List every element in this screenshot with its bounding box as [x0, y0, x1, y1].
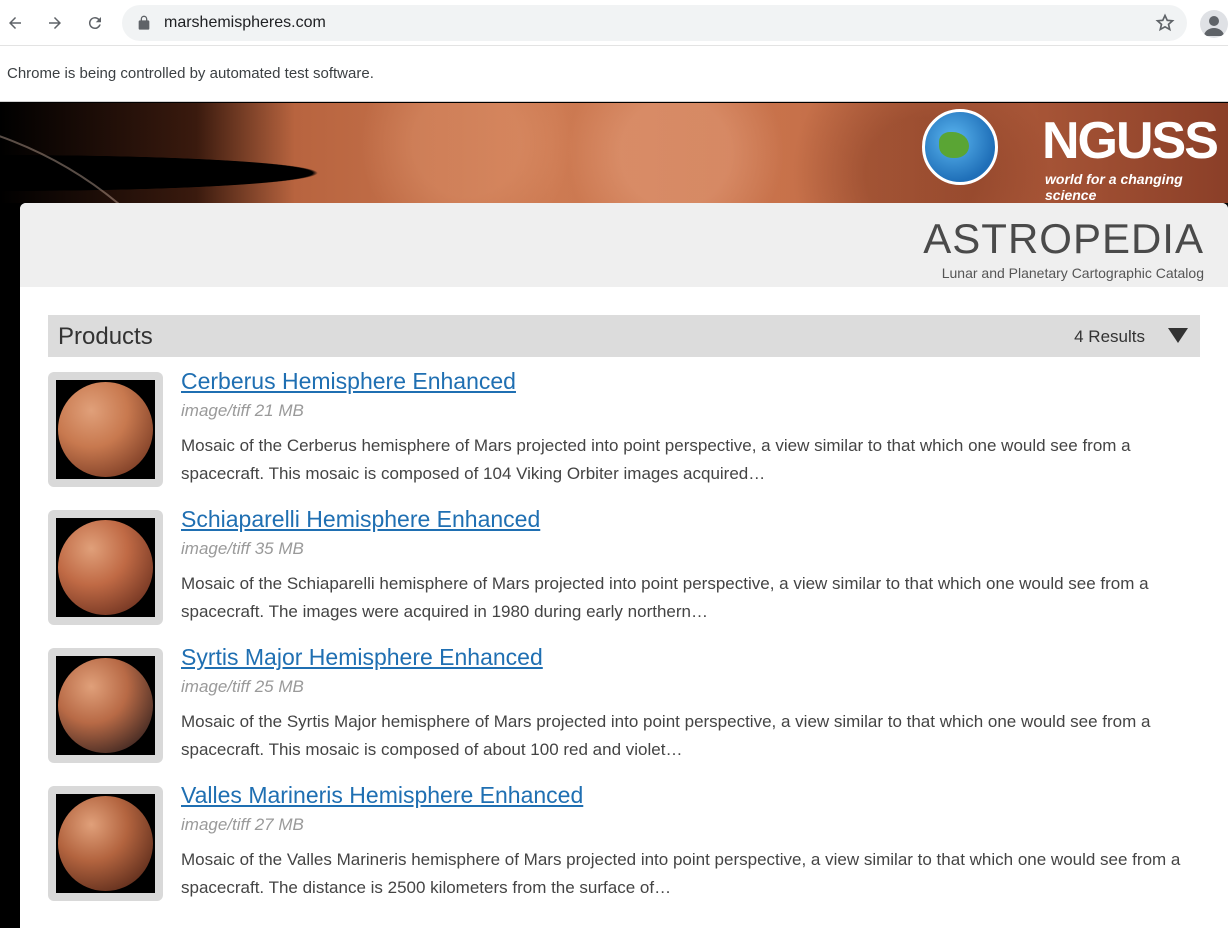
- infobar-text: Chrome is being controlled by automated …: [7, 65, 374, 82]
- astropedia-subtitle: Lunar and Planetary Cartographic Catalog: [941, 265, 1204, 281]
- product-meta: image/tiff 27 MB: [181, 815, 304, 834]
- browser-toolbar: marshemispheres.com: [0, 0, 1228, 46]
- product-title-link[interactable]: Cerberus Hemisphere Enhanced: [181, 368, 516, 395]
- usgs-globe-icon: [922, 109, 998, 185]
- mars-hemisphere-image: [58, 382, 153, 477]
- product-thumbnail[interactable]: [48, 648, 163, 763]
- product-meta: image/tiff 21 MB: [181, 401, 304, 420]
- product-description: Mosaic of the Valles Marineris hemispher…: [181, 850, 1181, 897]
- arrow-right-icon: [49, 17, 61, 29]
- product-description: Mosaic of the Syrtis Major hemisphere of…: [181, 712, 1151, 759]
- automation-infobar: Chrome is being controlled by automated …: [0, 46, 1228, 102]
- product-description: Mosaic of the Schiaparelli hemisphere of…: [181, 574, 1149, 621]
- usgs-logo: NGUSS: [1042, 112, 1219, 170]
- back-button[interactable]: [0, 8, 30, 38]
- product-thumbnail[interactable]: [48, 372, 163, 487]
- product-description: Mosaic of the Cerberus hemisphere of Mar…: [181, 436, 1131, 483]
- mars-hemisphere-image: [58, 520, 153, 615]
- url-text: marshemispheres.com: [164, 14, 326, 31]
- product-item: Syrtis Major Hemisphere Enhanced image/t…: [48, 644, 1200, 768]
- header-strip: ASTROPEDIA Lunar and Planetary Cartograp…: [20, 203, 1228, 287]
- reload-icon: [88, 17, 101, 30]
- bookmark-star-icon[interactable]: [1155, 13, 1175, 33]
- results-count: 4 Results: [1074, 327, 1145, 346]
- collapse-caret-icon[interactable]: [1168, 328, 1188, 343]
- lock-icon: [138, 15, 150, 30]
- forward-button[interactable]: [40, 8, 70, 38]
- product-item: Cerberus Hemisphere Enhanced image/tiff …: [48, 368, 1200, 492]
- product-thumbnail[interactable]: [48, 510, 163, 625]
- product-item: Valles Marineris Hemisphere Enhanced ima…: [48, 782, 1200, 906]
- product-thumbnail[interactable]: [48, 786, 163, 901]
- reload-button[interactable]: [80, 8, 110, 38]
- page-content: NGUSS world for a changing science ASTRO…: [0, 103, 1228, 928]
- profile-avatar[interactable]: [1200, 10, 1228, 38]
- main-container: ASTROPEDIA Lunar and Planetary Cartograp…: [20, 203, 1228, 928]
- banner: NGUSS world for a changing science: [0, 103, 1228, 203]
- product-item: Schiaparelli Hemisphere Enhanced image/t…: [48, 506, 1200, 630]
- product-title-link[interactable]: Schiaparelli Hemisphere Enhanced: [181, 506, 540, 533]
- product-meta: image/tiff 35 MB: [181, 539, 304, 558]
- product-title-link[interactable]: Valles Marineris Hemisphere Enhanced: [181, 782, 583, 809]
- product-title-link[interactable]: Syrtis Major Hemisphere Enhanced: [181, 644, 543, 671]
- mars-hemisphere-image: [58, 796, 153, 891]
- products-title: Products: [58, 323, 153, 350]
- product-meta: image/tiff 25 MB: [181, 677, 304, 696]
- usgs-tagline: world for a changing science: [1045, 171, 1183, 203]
- address-bar[interactable]: marshemispheres.com: [122, 5, 1187, 41]
- person-icon: [1204, 16, 1224, 36]
- arrow-left-icon: [9, 17, 21, 29]
- products-bar: Products 4 Results: [48, 315, 1200, 357]
- astropedia-logo[interactable]: ASTROPEDIA: [923, 217, 1204, 261]
- mars-hemisphere-image: [58, 658, 153, 753]
